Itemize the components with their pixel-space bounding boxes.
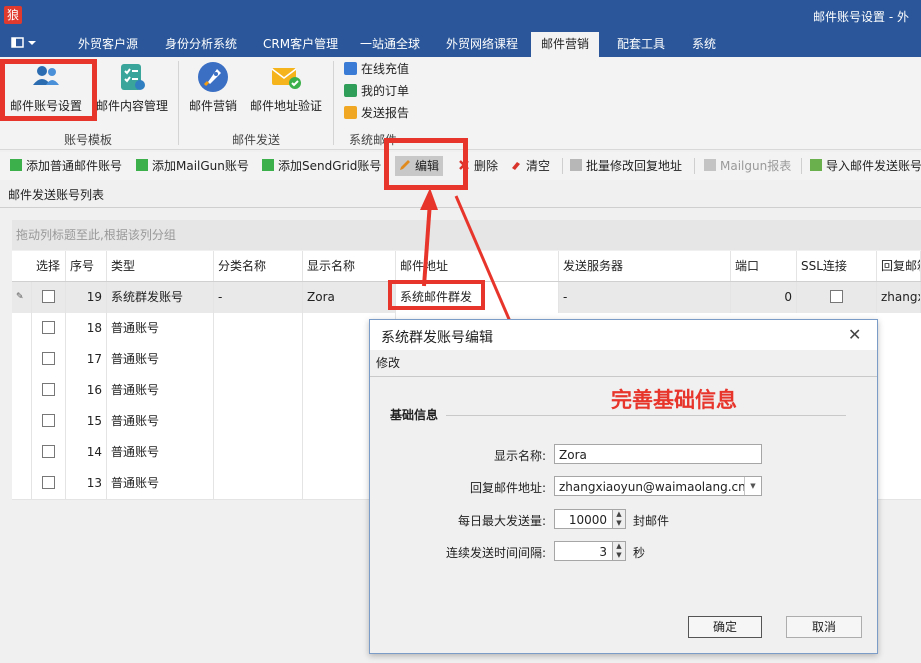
interval-unit: 秒 (633, 546, 646, 560)
reply-address-value: zhangxiaoyun@waimaolang.cn (559, 480, 746, 494)
interval-label: 连续发送时间间隔: (445, 546, 546, 560)
chevron-down-icon[interactable]: ▼ (744, 477, 761, 495)
daily-max-label: 每日最大发送量: (457, 514, 546, 528)
ok-button[interactable]: 确定 (688, 616, 762, 638)
dialog-tab-edit[interactable]: 修改 (376, 354, 400, 371)
interval-value: 3 (599, 545, 607, 559)
dialog-tab-divider (370, 376, 877, 377)
annotation-text: 完善基础信息 (611, 388, 737, 412)
interval-input[interactable]: 3 ▲ ▼ (554, 541, 626, 561)
close-icon[interactable]: ✕ (848, 325, 861, 344)
reply-address-label: 回复邮件地址: (469, 481, 546, 495)
display-name-value: Zora (559, 448, 587, 462)
dialog-title: 系统群发账号编辑 (381, 330, 493, 346)
dialog-title-bar: 系统群发账号编辑 ✕ (370, 320, 877, 350)
section-title-basic-info: 基础信息 (390, 408, 439, 422)
edit-account-dialog: 系统群发账号编辑 ✕ 修改 基础信息 显示名称: Zora 回复邮件地址: zh… (369, 319, 878, 654)
spin-arrows-icon[interactable]: ▲ ▼ (612, 509, 626, 529)
display-name-input[interactable]: Zora (554, 444, 762, 464)
section-divider (446, 415, 846, 416)
display-name-label: 显示名称: (493, 449, 546, 463)
reply-address-select[interactable]: zhangxiaoyun@waimaolang.cn ▼ (554, 476, 762, 496)
daily-max-value: 10000 (568, 513, 607, 527)
spin-arrows-icon[interactable]: ▲ ▼ (612, 541, 626, 561)
daily-max-input[interactable]: 10000 ▲ ▼ (554, 509, 626, 529)
daily-max-unit: 封邮件 (633, 514, 670, 528)
cancel-button[interactable]: 取消 (786, 616, 862, 638)
